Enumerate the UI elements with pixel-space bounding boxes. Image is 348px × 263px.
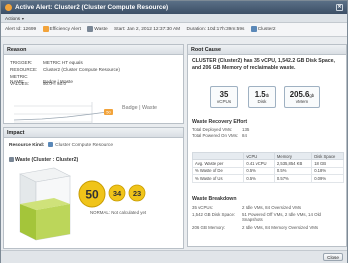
reason-header: Reason	[4, 45, 183, 55]
waste-icon	[9, 157, 14, 163]
cluster-icon	[250, 25, 257, 32]
chevron-down-icon[interactable]: ▼	[21, 17, 25, 21]
breakdown-title: Waste Breakdown	[192, 196, 237, 202]
waste-icon	[87, 25, 94, 32]
alert-resource[interactable]: Cluster2	[250, 23, 276, 37]
impact-header: Impact	[4, 128, 183, 138]
alert-window: Active Alert: Cluster2 (Cluster Compute …	[0, 0, 348, 263]
metric-disk: 1.5tb Disk	[248, 86, 276, 108]
reason-row: TRIGGER: METRIC HT equals	[10, 60, 83, 65]
svg-text:50: 50	[85, 188, 99, 202]
alert-info-bar: Alert Id: 12699 Efficiency Alert Waste S…	[1, 23, 347, 37]
waste-level-graphic	[19, 167, 71, 241]
svg-text:34: 34	[113, 189, 122, 198]
badge-threshold-graphic: 50	[13, 102, 113, 124]
effort-title: Waste Recovery Effort	[192, 119, 248, 125]
score-badge-b: 23	[128, 184, 146, 202]
score-badge-a: 34	[108, 184, 126, 202]
reason-row: VALUES: 50.0 = 50.0	[10, 81, 67, 86]
metric-vcpus: 35 vCPUs	[210, 86, 238, 108]
impact-panel: Impact Resource Kind: Cluster Compute Re…	[3, 127, 184, 249]
svg-text:50: 50	[106, 110, 111, 115]
metric-vmem: 205.6gb vMem	[284, 86, 320, 108]
breakdown-row: 35 vCPUs: 2 Idle VMs, 84 Oversized VMs	[192, 205, 302, 210]
root-cause-summary: CLUSTER (Cluster2) has 35 vCPU, 1,542.2 …	[192, 58, 335, 71]
waste-title: Waste (Cluster : Cluster2)	[9, 157, 78, 163]
efficiency-icon	[42, 25, 49, 32]
alert-duration: Duration: 10d:17h:39m:59s	[186, 27, 245, 32]
breakdown-row: 1,542 GB Disk Space: 51 Powered Off VMs, …	[192, 212, 321, 222]
actions-bar: Actions▼	[1, 14, 347, 23]
close-button[interactable]: Close	[323, 253, 343, 261]
root-cause-panel: Root Cause CLUSTER (Cluster2) has 35 vCP…	[187, 44, 347, 247]
effort-row: Total Deployed VMs: 135	[192, 127, 250, 132]
table-row: Avg. Waste per 0.41 vCPU 2,535,854 KB 18 GB	[191, 159, 344, 168]
badge-caption: Badge | Waste	[122, 105, 158, 111]
root-cause-header: Root Cause	[188, 45, 346, 55]
alert-start: Start: Jan 2, 2012 12:37:30 AM	[114, 27, 181, 32]
table-row: % Waste of De 0.5% 0.5% 0.18%	[191, 166, 344, 176]
footer-bar: Close	[1, 250, 347, 263]
waste-table: vCPU Memory Disk Space Avg. Waste per 0.4…	[191, 152, 344, 183]
cluster-icon	[47, 142, 53, 147]
resource-kind: Resource Kind: Cluster Compute Resource	[9, 142, 113, 148]
actions-menu[interactable]: Actions	[5, 16, 20, 21]
alert-id: Alert Id: 12699	[5, 27, 37, 32]
alert-type: Efficiency Alert	[42, 23, 81, 37]
normal-status: NORMAL: Not calculated yet	[90, 210, 147, 215]
alert-subtype: Waste	[87, 23, 108, 37]
table-header-row: vCPU Memory Disk Space	[191, 152, 344, 160]
effort-row: Total Powered On VMs: 84	[192, 133, 247, 138]
svg-text:23: 23	[133, 189, 141, 198]
breakdown-row: 206 GB Memory: 2 Idle VMs, 84 Memory Over…	[192, 225, 319, 230]
table-row: % Waste of Us 0.5% 0.57% 0.09%	[191, 174, 344, 183]
title-bar: Active Alert: Cluster2 (Cluster Compute …	[1, 1, 347, 14]
reason-panel: Reason TRIGGER: METRIC HT equals RESOURCE…	[3, 44, 184, 124]
alert-icon	[5, 4, 12, 11]
close-icon[interactable]: ✕	[336, 4, 343, 11]
window-title: Active Alert: Cluster2 (Cluster Compute …	[15, 4, 169, 11]
score-badge-main: 50	[78, 180, 106, 208]
reason-row: RESOURCE: Cluster2 (Cluster Compute Resou…	[10, 67, 120, 72]
